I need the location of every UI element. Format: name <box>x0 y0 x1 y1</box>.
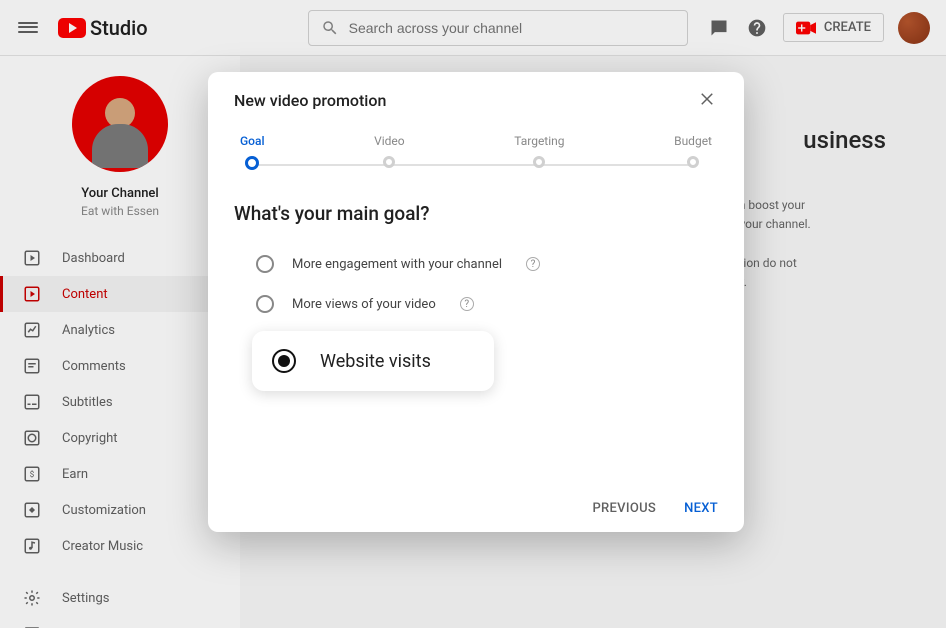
radio-unchecked-icon <box>256 295 274 313</box>
search-input[interactable] <box>349 20 675 36</box>
step-goal[interactable]: Goal <box>240 134 265 170</box>
music-icon <box>22 536 42 556</box>
option-engagement[interactable]: More engagement with your channel ? <box>252 247 718 281</box>
option-views[interactable]: More views of your video ? <box>252 287 718 321</box>
youtube-play-icon <box>58 18 86 38</box>
sidebar-item-creator-music[interactable]: Creator Music <box>0 528 240 564</box>
help-icon[interactable]: ? <box>460 297 474 311</box>
channel-block[interactable]: Your Channel Eat with Essen <box>0 56 240 232</box>
sidebar-item-subtitles[interactable]: Subtitles <box>0 384 240 420</box>
step-video[interactable]: Video <box>374 134 405 170</box>
goal-question: What's your main goal? <box>234 202 718 225</box>
earn-icon: $ <box>22 464 42 484</box>
sidebar-item-copyright[interactable]: Copyright <box>0 420 240 456</box>
step-targeting[interactable]: Targeting <box>514 134 564 170</box>
hamburger-menu-icon[interactable] <box>16 16 40 40</box>
help-icon[interactable]: ? <box>526 257 540 271</box>
sidebar-item-comments[interactable]: Comments <box>0 348 240 384</box>
create-label: CREATE <box>824 20 871 35</box>
channel-avatar <box>72 76 168 172</box>
stepper: Goal Video Targeting Budget <box>240 134 712 170</box>
svg-text:$: $ <box>30 469 35 480</box>
gear-icon <box>22 588 42 608</box>
comments-icon <box>22 356 42 376</box>
copyright-icon <box>22 428 42 448</box>
sidebar-item-customization[interactable]: Customization <box>0 492 240 528</box>
main-nav: Dashboard Content Analytics Comments Sub… <box>0 232 240 572</box>
camera-icon <box>796 21 816 35</box>
sidebar-item-earn[interactable]: $Earn <box>0 456 240 492</box>
logo-text: Studio <box>90 16 148 40</box>
subtitles-icon <box>22 392 42 412</box>
sidebar-item-settings[interactable]: Settings <box>0 580 240 616</box>
sidebar-item-dashboard[interactable]: Dashboard <box>0 240 240 276</box>
bottom-nav: Settings Send Feedback <box>0 572 240 628</box>
user-avatar[interactable] <box>898 12 930 44</box>
close-button[interactable] <box>698 90 718 110</box>
customization-icon <box>22 500 42 520</box>
analytics-icon <box>22 320 42 340</box>
sidebar-item-feedback[interactable]: Send Feedback <box>0 616 240 628</box>
search-icon <box>321 19 339 37</box>
modal-title: New video promotion <box>234 91 386 110</box>
channel-title: Your Channel <box>81 186 158 201</box>
sidebar-item-content[interactable]: Content <box>0 276 240 312</box>
create-button[interactable]: CREATE <box>783 13 884 42</box>
studio-logo[interactable]: Studio <box>58 16 148 40</box>
background-text: can boost your th your channel. notion d… <box>726 196 906 292</box>
app-header: Studio CREATE <box>0 0 946 56</box>
previous-button[interactable]: PREVIOUS <box>592 501 656 516</box>
promotion-modal: New video promotion Goal Video Targeting… <box>208 72 744 532</box>
search-box[interactable] <box>308 10 688 46</box>
close-icon <box>698 90 716 108</box>
step-budget[interactable]: Budget <box>674 134 712 170</box>
next-button[interactable]: NEXT <box>684 501 718 516</box>
option-website-visits[interactable]: Website visits <box>252 331 494 391</box>
background-heading: usiness <box>803 126 886 154</box>
dashboard-icon <box>22 248 42 268</box>
help-icon[interactable] <box>745 16 769 40</box>
feedback-icon <box>22 624 42 628</box>
content-icon <box>22 284 42 304</box>
radio-unchecked-icon <box>256 255 274 273</box>
channel-subtitle: Eat with Essen <box>81 204 159 218</box>
sidebar: Your Channel Eat with Essen Dashboard Co… <box>0 56 240 628</box>
sidebar-item-analytics[interactable]: Analytics <box>0 312 240 348</box>
notification-icon[interactable] <box>707 16 731 40</box>
radio-checked-icon <box>272 349 296 373</box>
